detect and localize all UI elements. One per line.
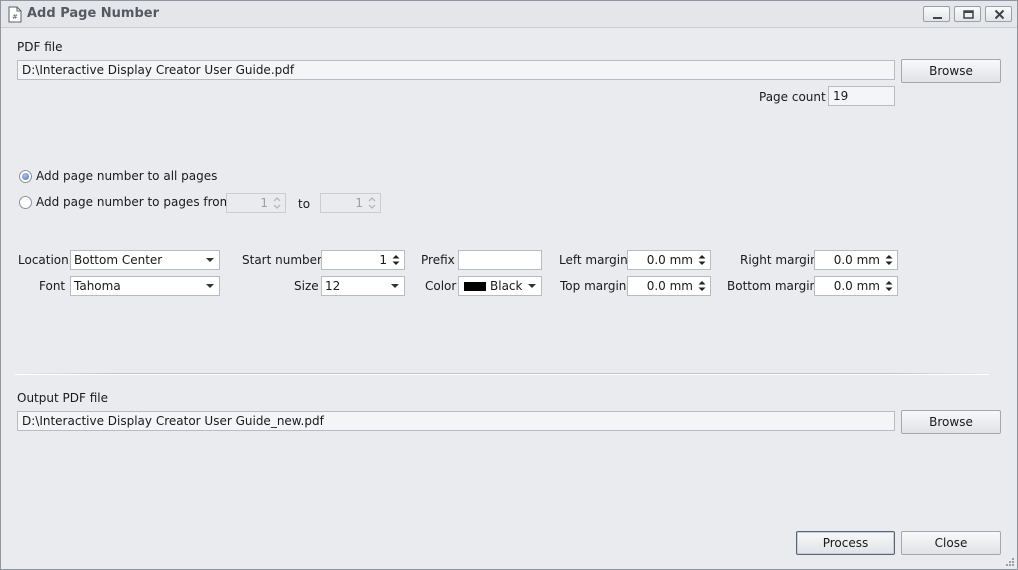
right-margin-value: 0.0 mm: [833, 253, 880, 267]
minimize-icon: [933, 17, 942, 19]
spin-arrows-icon[interactable]: [366, 195, 378, 211]
title-bar[interactable]: # Add Page Number: [1, 1, 1017, 28]
size-value: 12: [325, 279, 341, 293]
maximize-button[interactable]: [954, 6, 981, 22]
page-count-field: 19: [828, 86, 895, 106]
top-margin-stepper[interactable]: 0.0 mm: [627, 276, 711, 296]
color-select[interactable]: Black: [458, 276, 542, 296]
close-icon: [994, 9, 1005, 20]
output-file-label: Output PDF file: [17, 391, 108, 405]
spin-arrows-icon[interactable]: [696, 252, 708, 268]
window-title: Add Page Number: [27, 6, 160, 21]
chevron-down-icon: [206, 284, 214, 288]
chevron-down-icon: [528, 284, 536, 288]
left-margin-label: Left margin: [559, 253, 628, 267]
color-label: Color: [425, 279, 457, 293]
spin-arrows-icon[interactable]: [271, 195, 283, 211]
location-label: Location: [18, 253, 69, 267]
radio-selected-dot: [22, 173, 29, 180]
start-number-label: Start number: [242, 253, 322, 267]
page-range-radio[interactable]: [19, 196, 32, 209]
svg-text:#: #: [12, 13, 18, 21]
right-margin-label: Right margin: [740, 253, 818, 267]
bottom-margin-value: 0.0 mm: [833, 279, 880, 293]
maximize-icon: [963, 10, 974, 19]
all-pages-radio[interactable]: [19, 170, 32, 183]
range-from-stepper[interactable]: 1: [226, 193, 286, 213]
spin-arrows-icon[interactable]: [883, 252, 895, 268]
prefix-input[interactable]: [458, 250, 542, 270]
font-label: Font: [39, 279, 66, 293]
color-value: Black: [490, 279, 523, 293]
start-number-stepper[interactable]: 1: [321, 250, 405, 270]
location-select[interactable]: Bottom Center: [70, 250, 220, 270]
document-icon: #: [8, 6, 22, 23]
output-file-input[interactable]: D:\Interactive Display Creator User Guid…: [17, 411, 895, 431]
start-number-value: 1: [379, 253, 387, 267]
chevron-down-icon: [206, 258, 214, 262]
spin-arrows-icon[interactable]: [390, 252, 402, 268]
page-range-label[interactable]: Add page number to pages from: [36, 194, 231, 210]
all-pages-label[interactable]: Add page number to all pages: [36, 168, 217, 184]
range-to-stepper[interactable]: 1: [320, 193, 381, 213]
resize-grip-icon[interactable]: [1005, 557, 1015, 567]
bottom-margin-stepper[interactable]: 0.0 mm: [814, 276, 898, 296]
add-page-number-window: # Add Page Number PDF file D:\Interactiv…: [0, 0, 1018, 570]
pdf-file-label: PDF file: [17, 40, 63, 54]
font-value: Tahoma: [74, 279, 121, 293]
left-margin-stepper[interactable]: 0.0 mm: [627, 250, 711, 270]
prefix-label: Prefix: [421, 253, 455, 267]
top-margin-label: Top margin: [560, 279, 627, 293]
spin-arrows-icon[interactable]: [883, 278, 895, 294]
font-select[interactable]: Tahoma: [70, 276, 220, 296]
section-divider: [15, 373, 989, 375]
range-to-value: 1: [355, 196, 363, 210]
location-value: Bottom Center: [74, 253, 163, 267]
top-margin-value: 0.0 mm: [646, 279, 693, 293]
process-button[interactable]: Process: [796, 531, 895, 555]
size-select[interactable]: 12: [321, 276, 405, 296]
range-to-label: to: [298, 197, 311, 211]
right-margin-stepper[interactable]: 0.0 mm: [814, 250, 898, 270]
close-button[interactable]: Close: [901, 531, 1001, 555]
pdf-file-input[interactable]: D:\Interactive Display Creator User Guid…: [17, 60, 895, 80]
browse-pdf-button[interactable]: Browse: [901, 59, 1001, 83]
range-from-value: 1: [260, 196, 268, 210]
chevron-down-icon: [391, 284, 399, 288]
color-swatch: [464, 282, 486, 291]
size-label: Size: [294, 279, 319, 293]
left-margin-value: 0.0 mm: [646, 253, 693, 267]
browse-output-button[interactable]: Browse: [901, 410, 1001, 434]
bottom-margin-label: Bottom margin: [727, 279, 818, 293]
minimize-button[interactable]: [923, 6, 950, 22]
spin-arrows-icon[interactable]: [696, 278, 708, 294]
page-count-label: Page count: [759, 90, 826, 104]
close-window-button[interactable]: [985, 6, 1012, 22]
